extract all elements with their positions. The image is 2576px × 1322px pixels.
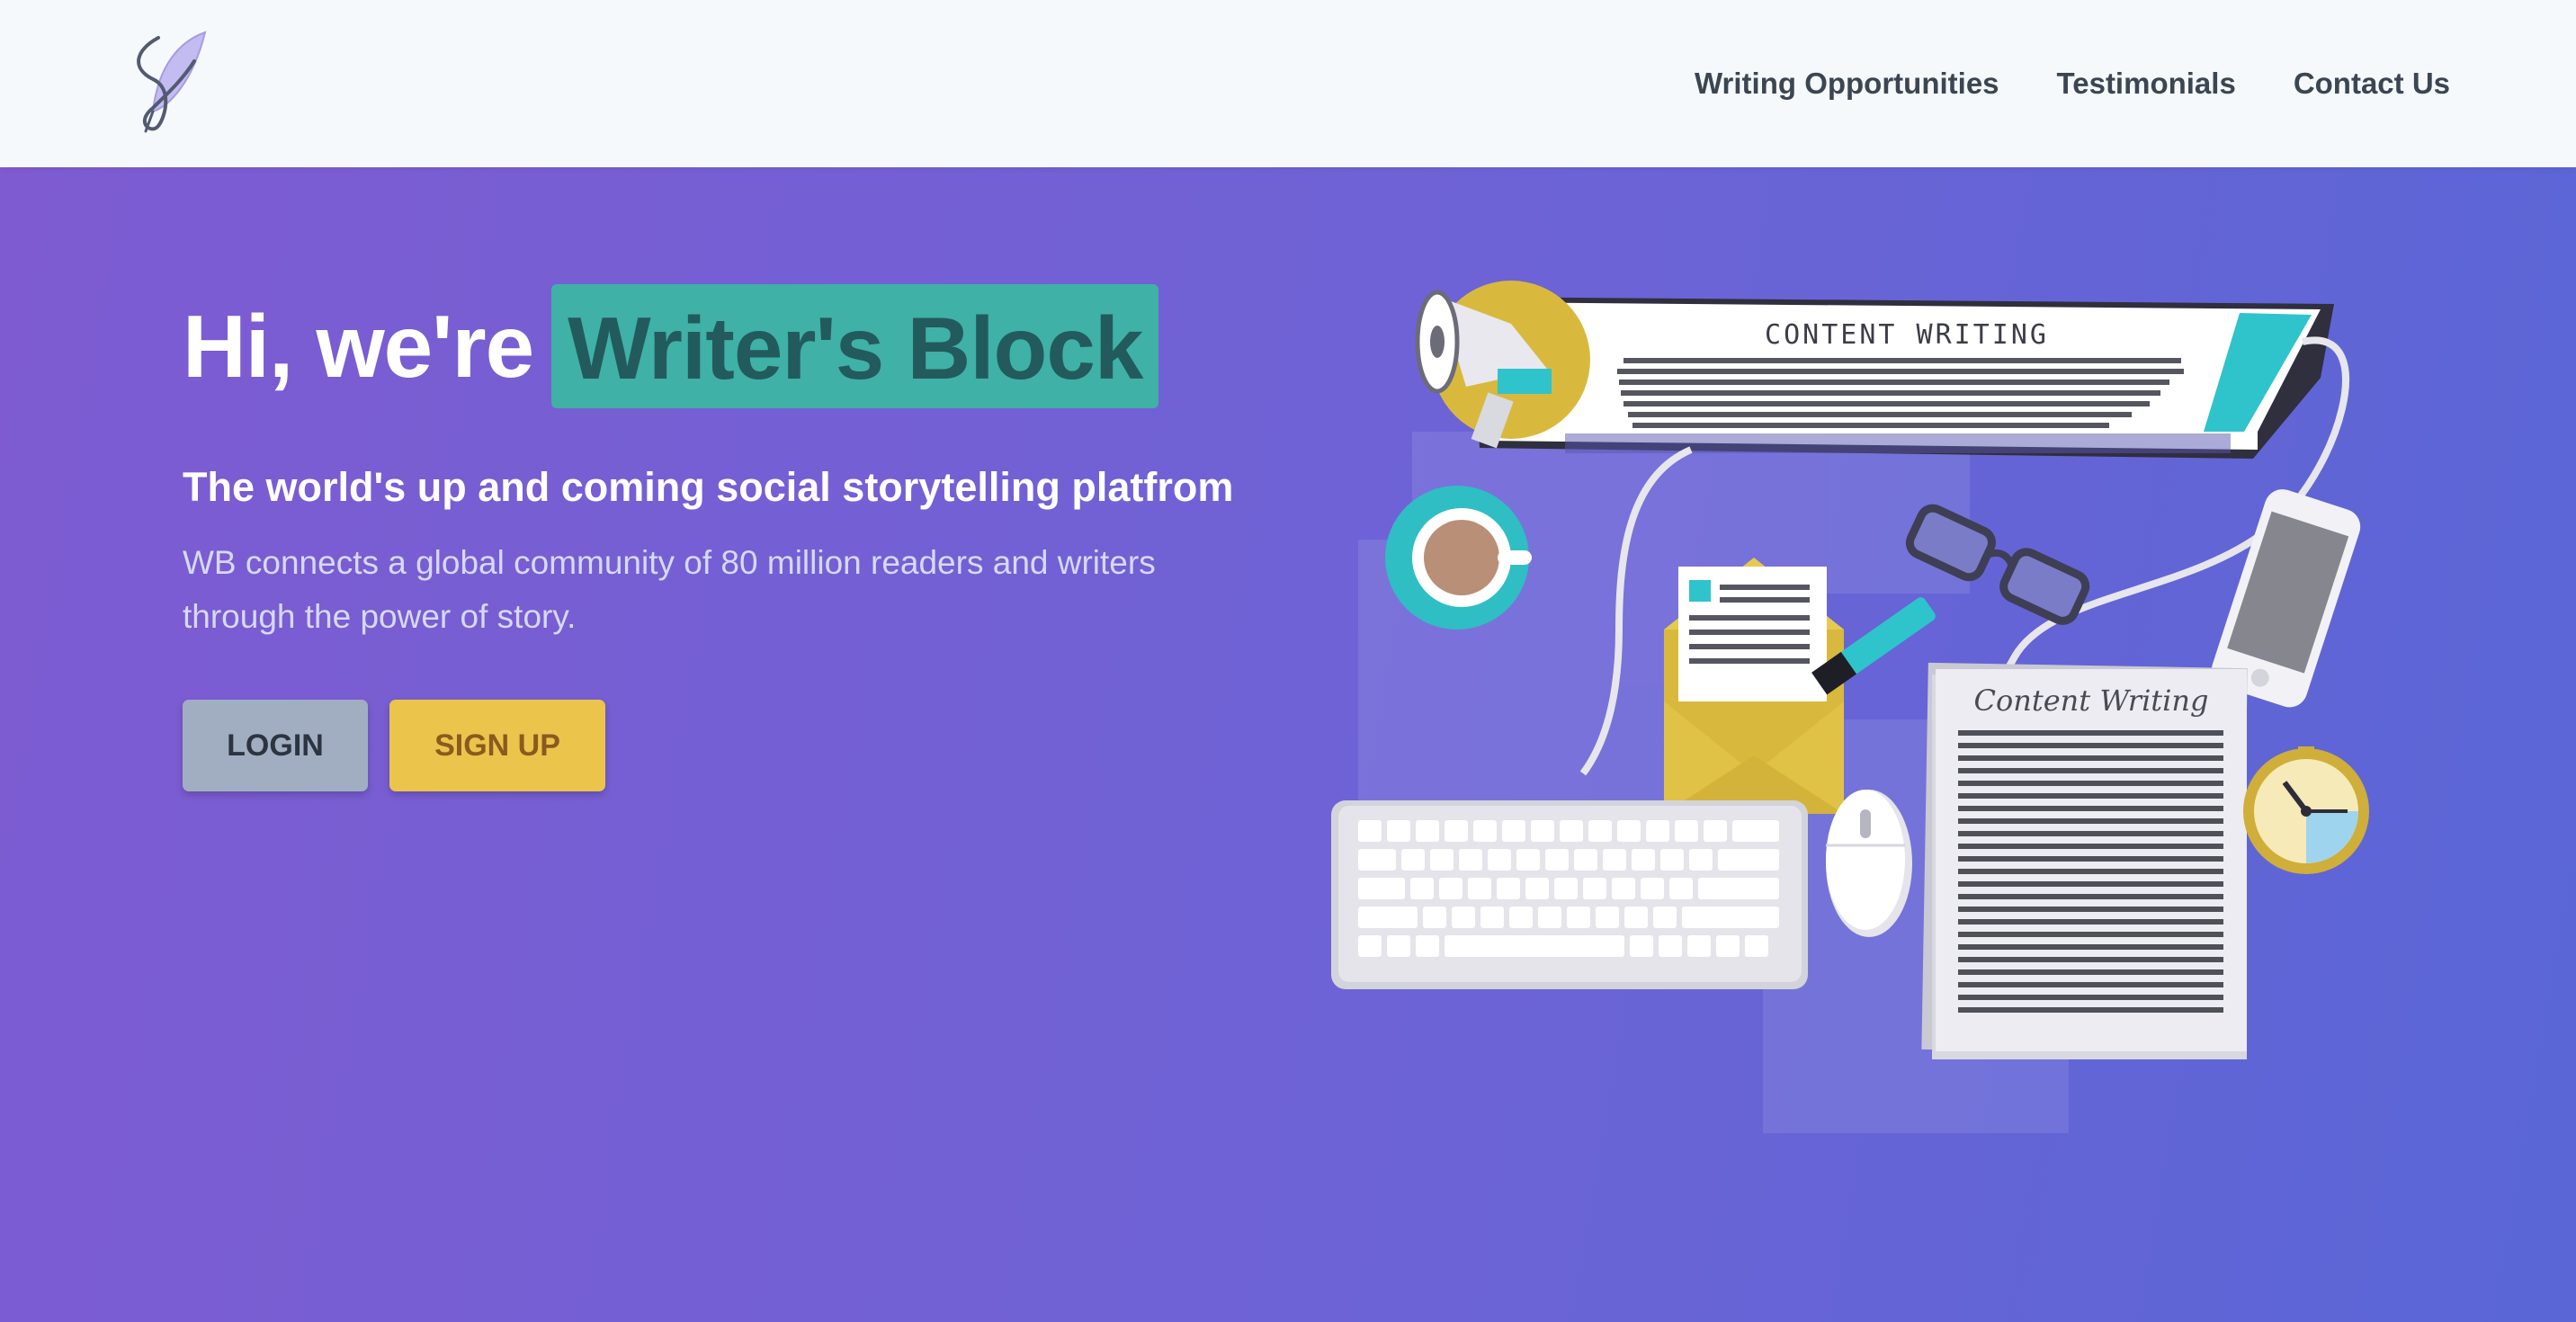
monitor-screen-icon: CONTENT WRITING: [1466, 297, 2334, 459]
nav-link-writing-opportunities[interactable]: Writing Opportunities: [1695, 67, 1999, 101]
nav-link-contact-us[interactable]: Contact Us: [2294, 67, 2450, 101]
login-button[interactable]: LOGIN: [183, 700, 368, 791]
keyboard-icon: [1331, 800, 1808, 989]
envelope-icon: [1664, 558, 1844, 814]
hero-tagline: The world's up and coming social storyte…: [183, 464, 1234, 510]
nav-link-testimonials[interactable]: Testimonials: [2057, 67, 2236, 101]
hero-title-highlight: Writer's Block: [551, 284, 1159, 408]
screen-text: CONTENT WRITING: [1765, 319, 2049, 351]
paper-text-lines-decoration: [1958, 730, 2223, 1013]
signup-button[interactable]: SIGN UP: [389, 700, 605, 791]
paper-heading-text: Content Writing: [1974, 683, 2209, 718]
feather-quill-logo-icon[interactable]: [126, 29, 212, 137]
content-writing-illustration: CONTENT WRITING Content Writing: [1331, 281, 2369, 1133]
document-stack-icon: Content Writing: [1921, 662, 2248, 1059]
hero-title: Hi, we're Writer's Block: [183, 284, 1159, 408]
navbar: Writing Opportunities Testimonials Conta…: [0, 0, 2576, 167]
hero-description: WB connects a global community of 80 mil…: [183, 544, 1156, 635]
hero-buttons: LOGIN SIGN UP: [183, 700, 605, 791]
glasses-icon: [1905, 504, 2090, 625]
stopwatch-icon: [2243, 746, 2369, 874]
mouse-icon: [1826, 790, 1912, 937]
hero-title-prefix: Hi, we're: [183, 297, 534, 396]
hero-section: Hi, we're Writer's Block The world's up …: [0, 167, 2576, 1322]
main-nav: Writing Opportunities Testimonials Conta…: [1695, 0, 2450, 167]
